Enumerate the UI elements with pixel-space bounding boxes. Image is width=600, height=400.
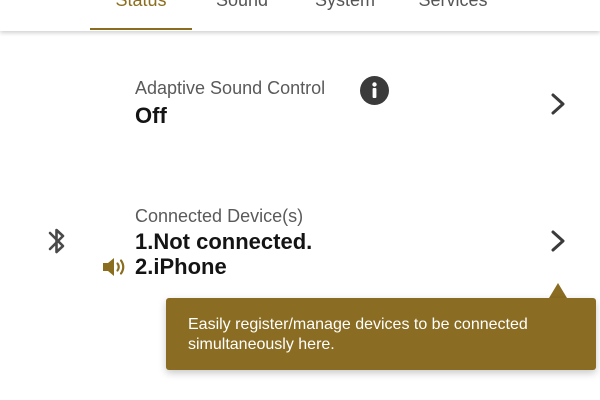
- tab-status-label: Status: [115, 0, 167, 10]
- connected-devices-label: Connected Device(s): [135, 206, 304, 226]
- device-1: 1.Not connected.: [135, 229, 313, 254]
- tab-sound-label: Sound: [215, 0, 269, 10]
- tab-system[interactable]: System: [302, 0, 388, 30]
- adaptive-sound-control-value: Off: [135, 103, 167, 128]
- adaptive-sound-control-row[interactable]: Adaptive Sound Control Off: [0, 72, 600, 144]
- tab-services[interactable]: Services: [404, 0, 502, 30]
- connected-devices-row[interactable]: Connected Device(s) 1.Not connected. 2.i…: [0, 200, 600, 290]
- active-tab-indicator: [90, 28, 192, 30]
- info-icon[interactable]: [360, 76, 389, 105]
- connected-devices-tooltip[interactable]: Easily register/manage devices to be con…: [166, 298, 596, 370]
- device-2: 2.iPhone: [135, 254, 227, 279]
- tooltip-text: Easily register/manage devices to be con…: [188, 316, 528, 353]
- speaker-icon: [103, 258, 125, 276]
- chevron-right-icon: [551, 230, 565, 252]
- bluetooth-icon: [48, 228, 65, 254]
- tab-services-label: Services: [418, 0, 488, 10]
- chevron-right-icon: [551, 93, 565, 115]
- tooltip-arrow: [549, 283, 567, 298]
- tab-status[interactable]: Status: [90, 0, 192, 30]
- tab-system-label: System: [314, 0, 375, 10]
- adaptive-sound-control-label: Adaptive Sound Control: [135, 78, 326, 98]
- tab-bar: Status Sound System Services: [0, 0, 600, 31]
- tab-sound[interactable]: Sound: [204, 0, 280, 30]
